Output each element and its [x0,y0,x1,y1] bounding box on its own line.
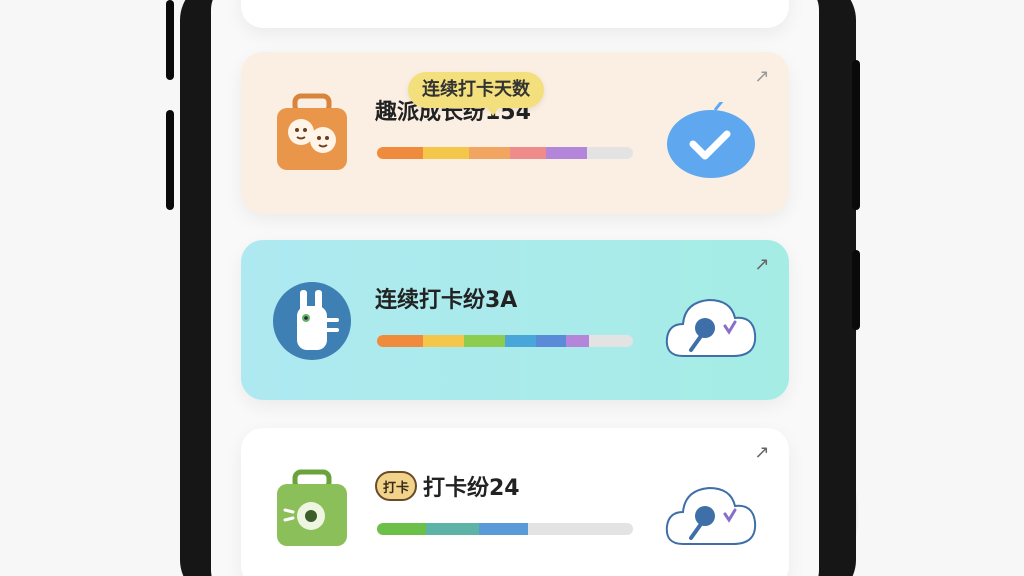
expand-arrow-icon[interactable]: ↗ [751,442,773,464]
card-title-text: 打卡纷24 [423,476,520,501]
progress-segment [425,523,480,535]
bunny-icon [273,282,351,360]
bag-eye-icon [277,469,347,546]
progress-segment [423,335,465,347]
progress-segment [510,147,546,159]
cloud-icon[interactable] [663,290,759,366]
progress-segment [545,147,587,159]
progress-segment [566,335,590,347]
progress-bar [377,523,633,535]
progress-segment [423,147,470,159]
background-left [0,0,226,576]
streak-days-tooltip: 连续打卡天数 [408,72,544,108]
tooltip-tail [486,106,500,116]
card-title-text: 连续打卡纷3A [375,288,518,313]
progress-segment [377,335,424,347]
check-bubble-icon[interactable] [663,102,759,178]
checkin-badge: 打卡 [375,471,417,501]
progress-bar [377,335,633,347]
cloud-icon[interactable] [663,478,759,554]
volume-down-button [166,110,174,210]
card-partial[interactable] [241,0,789,28]
expand-arrow-icon[interactable]: ↗ [751,254,773,276]
checkin-streak-card[interactable]: 连续打卡纷3A ↗ [241,240,789,400]
progress-segment [377,523,426,535]
card-title: 打卡 打卡纷24 [375,470,520,502]
checkin-card[interactable]: 打卡 打卡纷24 ↗ [241,428,789,576]
volume-up-button [166,0,174,80]
progress-segment [464,335,505,347]
progress-segment [535,335,567,347]
progress-bar [377,147,633,159]
power-button [852,60,860,210]
progress-segment [479,523,528,535]
card-title: 连续打卡纷3A [375,282,517,314]
side-button [852,250,860,330]
bag-mascots-icon [277,93,347,170]
background-right [830,0,1024,576]
expand-arrow-icon[interactable]: ↗ [751,66,773,88]
progress-segment [504,335,536,347]
progress-segment [469,147,511,159]
progress-segment [377,147,424,159]
